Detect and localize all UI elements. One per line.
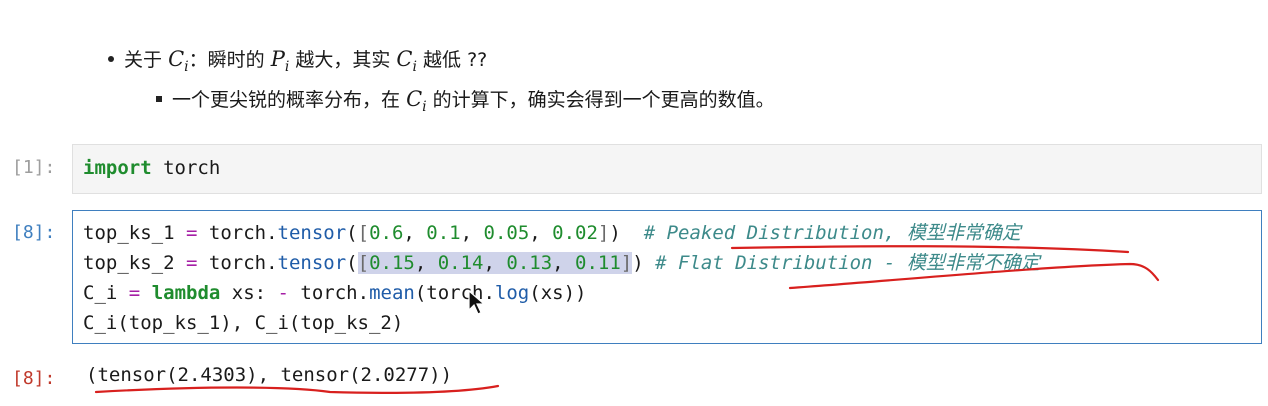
- math-c-i: Ci: [406, 87, 427, 116]
- mouse-cursor-icon: [468, 290, 486, 315]
- code-line-2: top_ks_2 = torch.tensor([0.15, 0.14, 0.1…: [83, 252, 1040, 274]
- output-prompt: [8]:: [12, 368, 56, 389]
- markdown-cell[interactable]: 关于 Ci：瞬时的 Pi 越大，其实 Ci 越低 ?? 一个更尖锐的概率分布，在…: [0, 0, 1268, 130]
- comment-flat: # Flat Distribution - 模型非常不确定: [655, 252, 1040, 274]
- bullet-dot-icon: [108, 55, 114, 62]
- comment-peaked: # Peaked Distribution, 模型非常确定: [643, 222, 1021, 244]
- text-selection: [0.15, 0.14, 0.13, 0.11]: [357, 252, 633, 274]
- code-cell-2[interactable]: top_ks_1 = torch.tensor([0.6, 0.1, 0.05,…: [72, 210, 1262, 344]
- cell-2-prompt: [8]:: [12, 222, 56, 243]
- bullet-item-1: 关于 Ci：瞬时的 Pi 越大，其实 Ci 越低 ??: [108, 44, 487, 82]
- code-line-1: top_ks_1 = torch.tensor([0.6, 0.1, 0.05,…: [83, 222, 1021, 244]
- cell-1-prompt: [1]:: [12, 157, 56, 178]
- bullet-square-icon: [156, 95, 162, 102]
- math-p-i: Pi: [270, 47, 290, 76]
- underline-output: [94, 384, 500, 395]
- code-line: import torch: [83, 157, 221, 179]
- code-line-4: C_i(top_ks_1), C_i(top_ks_2): [83, 312, 404, 334]
- code-line-3: C_i = lambda xs: - torch.mean(torch.log(…: [83, 282, 587, 304]
- math-c-i: Ci: [396, 47, 417, 76]
- math-c-i: Ci: [168, 47, 189, 76]
- bullet-item-2: 一个更尖锐的概率分布，在 Ci 的计算下，确实会得到一个更高的数值。: [156, 84, 775, 122]
- code-cell-1[interactable]: import torch: [72, 144, 1262, 194]
- cell-output: (tensor(2.4303), tensor(2.0277)): [86, 364, 453, 386]
